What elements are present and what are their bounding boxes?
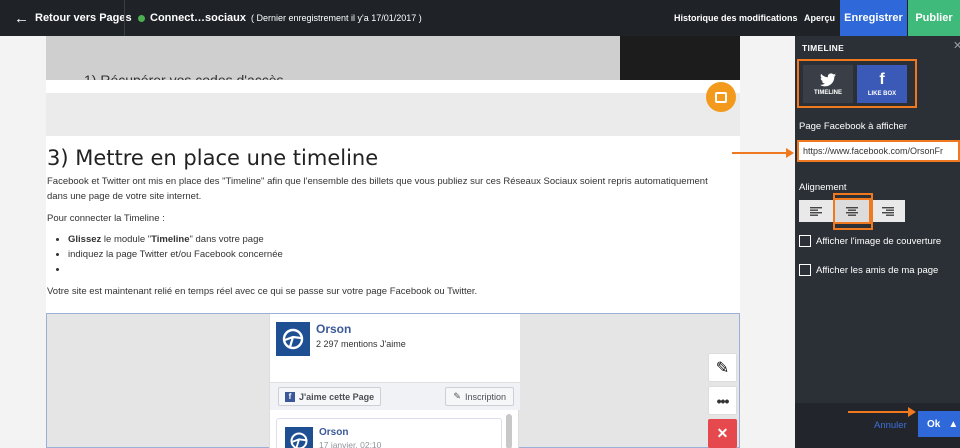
page-name[interactable]: Connect…sociaux ( Dernier enregistrement… bbox=[138, 0, 422, 36]
preview-button[interactable]: Aperçu bbox=[804, 0, 835, 36]
close-panel-icon[interactable]: ✕ bbox=[953, 39, 960, 52]
ok-label: Ok bbox=[927, 418, 941, 430]
facebook-post[interactable]: Orson 17 janvier, 02:10 bbox=[276, 418, 502, 448]
facebook-page-name[interactable]: Orson bbox=[316, 322, 351, 336]
list-item: Glissez le module "Timeline" dans votre … bbox=[68, 232, 283, 247]
more-options-button[interactable]: ••• bbox=[708, 386, 737, 415]
ok-button[interactable]: Ok ▲ bbox=[918, 411, 960, 437]
section-heading[interactable]: 3) Mettre en place une timeline bbox=[47, 146, 378, 170]
chevron-up-icon: ▲ bbox=[948, 418, 959, 430]
align-right-icon bbox=[882, 206, 894, 216]
annotation-arrow bbox=[732, 148, 794, 158]
annotation-arrow bbox=[848, 407, 916, 417]
timeline-module[interactable]: Orson 2 297 mentions J'aime f J'aime cet… bbox=[46, 313, 740, 448]
bold-text: Timeline bbox=[151, 234, 190, 245]
editor-canvas: 1) Récupérer vos codes d'accès 3) Mettre… bbox=[0, 36, 795, 448]
timeline-scrollbar[interactable] bbox=[506, 414, 512, 448]
tab-likebox-label: LIKE BOX bbox=[867, 90, 897, 97]
facebook-icon: f bbox=[879, 70, 885, 88]
checkbox-icon bbox=[799, 264, 811, 276]
checkbox-icon bbox=[799, 235, 811, 247]
back-to-pages-button[interactable]: ← Retour vers Pages bbox=[14, 0, 132, 36]
publish-button[interactable]: Publier bbox=[908, 0, 960, 36]
tab-timeline[interactable]: TIMELINE bbox=[803, 65, 853, 103]
subscribe-button[interactable]: ✎ Inscription bbox=[445, 387, 514, 406]
facebook-action-bar: f J'aime cette Page ✎ Inscription bbox=[270, 382, 520, 410]
align-right-button[interactable] bbox=[871, 200, 905, 222]
post-author[interactable]: Orson bbox=[319, 427, 348, 438]
history-button[interactable]: Historique des modifications bbox=[674, 0, 798, 36]
bold-text: Glissez bbox=[68, 234, 102, 245]
image-block[interactable]: 1) Récupérer vos codes d'accès bbox=[46, 36, 740, 80]
list-text: le module " bbox=[101, 234, 152, 245]
like-page-label: J'aime cette Page bbox=[299, 391, 375, 402]
twitter-icon bbox=[820, 72, 836, 86]
facebook-timeline: Orson 2 297 mentions J'aime f J'aime cet… bbox=[269, 314, 520, 448]
delete-module-button[interactable]: ✕ bbox=[708, 419, 737, 448]
facebook-page-header: Orson 2 297 mentions J'aime bbox=[270, 314, 520, 382]
edit-module-button[interactable]: ✎ bbox=[708, 353, 737, 382]
close-icon: ✕ bbox=[716, 425, 729, 441]
show-cover-label: Afficher l'image de couverture bbox=[816, 235, 942, 247]
chat-icon bbox=[715, 91, 727, 103]
list-item: indiquez la page Twitter et/ou Facebook … bbox=[68, 247, 283, 262]
spacer-block[interactable] bbox=[46, 93, 740, 136]
subscribe-label: Inscription bbox=[464, 391, 506, 402]
paragraph-result[interactable]: Votre site est maintenant relié en temps… bbox=[47, 284, 727, 299]
annotation-highlight bbox=[833, 193, 873, 230]
align-left-button[interactable] bbox=[799, 200, 833, 222]
page-content: 1) Récupérer vos codes d'accès 3) Mettre… bbox=[46, 36, 740, 448]
chat-button[interactable] bbox=[706, 82, 736, 112]
cut-heading: 1) Récupérer vos codes d'accès bbox=[84, 72, 284, 80]
list-item bbox=[68, 262, 283, 277]
pencil-icon: ✎ bbox=[715, 359, 730, 377]
save-button[interactable]: Enregistrer bbox=[840, 0, 907, 36]
show-cover-checkbox[interactable]: Afficher l'image de couverture bbox=[799, 235, 941, 247]
top-bar: ← Retour vers Pages Connect…sociaux ( De… bbox=[0, 0, 960, 36]
paragraph-connect[interactable]: Pour connecter la Timeline : bbox=[47, 211, 727, 226]
align-left-icon bbox=[810, 206, 822, 216]
instructions-list[interactable]: Glissez le module "Timeline" dans votre … bbox=[58, 232, 283, 277]
facebook-likes-count: 2 297 mentions J'aime bbox=[316, 339, 406, 349]
more-dots-icon: ••• bbox=[716, 392, 730, 409]
orson-logo-icon bbox=[276, 322, 310, 356]
show-friends-label: Afficher les amis de ma page bbox=[816, 264, 939, 276]
panel-footer: Annuler Ok ▲ bbox=[795, 403, 960, 448]
divider bbox=[124, 0, 125, 36]
orson-logo-icon bbox=[285, 427, 313, 448]
paragraph-intro[interactable]: Facebook et Twitter ont mis en place des… bbox=[47, 174, 727, 204]
tab-timeline-label: TIMELINE bbox=[814, 89, 842, 96]
post-date: 17 janvier, 02:10 bbox=[319, 440, 382, 448]
back-label: Retour vers Pages bbox=[35, 12, 132, 24]
tab-likebox[interactable]: f LIKE BOX bbox=[857, 65, 907, 103]
facebook-icon: f bbox=[285, 391, 295, 402]
cancel-button[interactable]: Annuler bbox=[874, 420, 907, 431]
panel-title: TIMELINE bbox=[802, 43, 845, 53]
status-dot-icon bbox=[138, 14, 145, 22]
alignment-label: Alignement bbox=[799, 182, 847, 193]
pencil-icon: ✎ bbox=[453, 391, 461, 401]
timeline-settings-panel: TIMELINE ✕ TIMELINE f LIKE BOX Page Face… bbox=[795, 36, 960, 448]
image-dark-area bbox=[620, 36, 740, 80]
last-saved-text: ( Dernier enregistrement il y'a 17/01/20… bbox=[250, 13, 422, 23]
fb-page-label: Page Facebook à afficher bbox=[799, 121, 908, 132]
arrow-left-icon: ← bbox=[14, 9, 29, 27]
list-text: " dans votre page bbox=[189, 234, 264, 245]
like-page-button[interactable]: f J'aime cette Page bbox=[278, 387, 382, 406]
fb-page-url-input[interactable]: https://www.facebook.com/OrsonFr bbox=[797, 140, 960, 162]
page-name-label: Connect…sociaux bbox=[150, 12, 246, 24]
timeline-type-tabs: TIMELINE f LIKE BOX bbox=[797, 59, 917, 108]
show-friends-checkbox[interactable]: Afficher les amis de ma page bbox=[799, 264, 938, 276]
